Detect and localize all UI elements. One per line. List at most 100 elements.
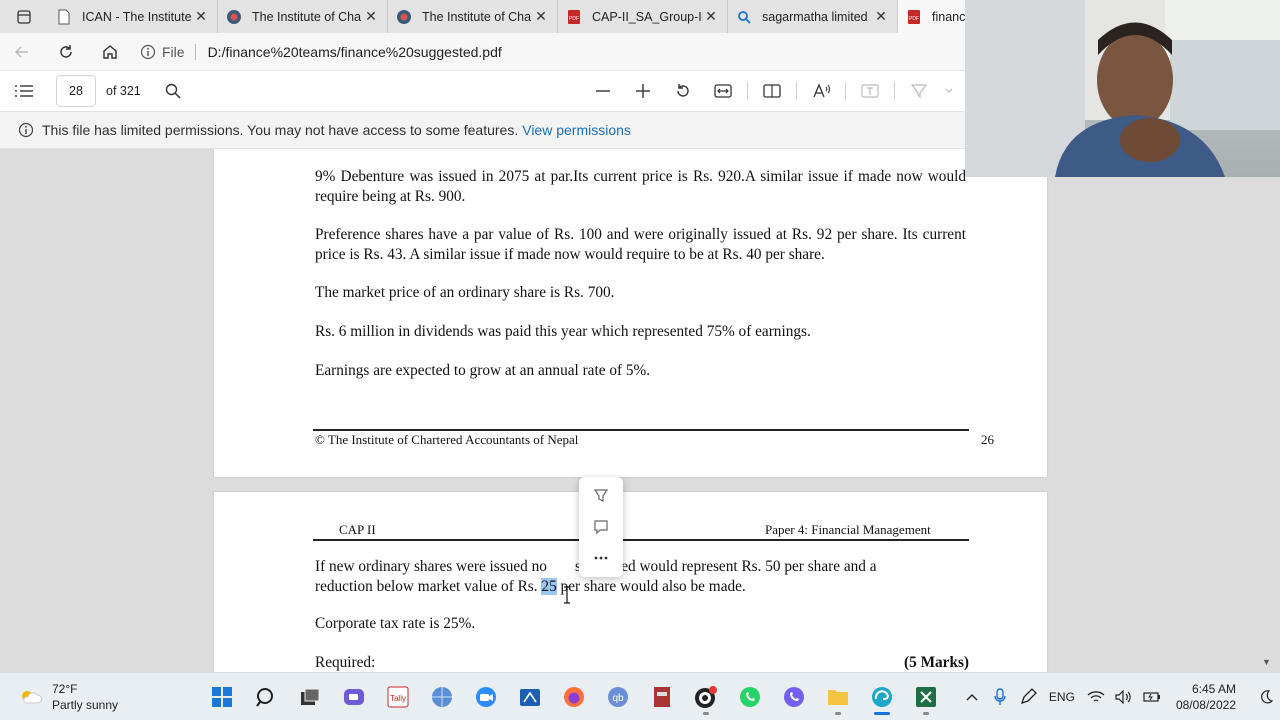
read-aloud-button[interactable] (801, 71, 841, 111)
tab-ican[interactable]: ICAN - The Institute ✕ (48, 0, 218, 33)
zoom-in-button[interactable] (623, 71, 663, 111)
svg-text:PDF: PDF (909, 16, 919, 22)
file-explorer-app[interactable] (816, 677, 860, 717)
draw-options-button[interactable] (939, 71, 959, 111)
edge-app[interactable] (860, 677, 904, 717)
pdf-page-27: CAP II Paper 4: Financial Management If … (214, 492, 1047, 672)
tab-actions-button[interactable] (0, 0, 48, 33)
tab-sagarmatha[interactable]: sagarmatha limited ✕ (728, 0, 898, 33)
firefox-app[interactable] (552, 677, 596, 717)
draw-button[interactable] (899, 71, 939, 111)
battery-button[interactable] (1138, 677, 1166, 717)
microphone-button[interactable] (986, 677, 1014, 717)
contents-button[interactable] (4, 71, 44, 111)
start-button[interactable] (200, 677, 244, 717)
draw-pen-icon (910, 84, 927, 99)
zoom-app[interactable] (464, 677, 508, 717)
globe-app[interactable] (420, 677, 464, 717)
view-permissions-link[interactable]: View permissions (522, 122, 631, 138)
scroll-down-arrow-icon[interactable]: ▼ (1262, 657, 1274, 669)
clock[interactable]: 6:45 AM 08/08/2022 (1176, 681, 1236, 713)
whatsapp-app[interactable] (728, 677, 772, 717)
page-number-input[interactable]: 28 (56, 75, 96, 107)
close-icon[interactable]: ✕ (193, 8, 209, 25)
add-text-button[interactable] (850, 71, 890, 111)
toolbar-divider (795, 82, 797, 100)
url-text: D:/finance%20teams/finance%20suggested.p… (207, 43, 502, 60)
search-button[interactable] (244, 677, 288, 717)
clock-time: 6:45 AM (1191, 681, 1236, 696)
windows-logo-icon (212, 686, 232, 707)
permissions-message: This file has limited permissions. You m… (42, 122, 519, 138)
battery-charging-icon (1143, 691, 1160, 702)
toolbar-divider (893, 82, 895, 100)
archive-app[interactable] (640, 677, 684, 717)
svg-text:qb: qb (612, 693, 624, 704)
folder-icon (828, 689, 848, 705)
weather-description: Partly sunny (52, 697, 119, 712)
weather-widget[interactable]: 72°F Partly sunny (0, 681, 200, 713)
highlighter-icon (593, 489, 609, 503)
pen-button[interactable] (1014, 677, 1042, 717)
page-number: 26 (981, 432, 994, 447)
add-comment-button[interactable] (586, 514, 616, 540)
wifi-icon (1087, 690, 1105, 702)
rotate-button[interactable] (663, 71, 703, 111)
microphone-icon (994, 687, 1006, 705)
language-indicator[interactable]: ENG (1042, 677, 1082, 717)
home-button[interactable] (88, 33, 132, 71)
url-field[interactable]: File D:/finance%20teams/finance%20sugges… (140, 38, 502, 66)
back-button[interactable] (0, 33, 44, 71)
pdf-icon: PDF (566, 9, 582, 25)
pen-icon (1020, 687, 1037, 704)
close-icon[interactable]: ✕ (533, 8, 549, 25)
tab-title: sagarmatha limited (762, 9, 868, 24)
tally-app[interactable]: Tally (376, 677, 420, 717)
search-icon (736, 9, 752, 25)
pdf-viewer[interactable]: 9% Debenture was issued in 2075 at par.I… (0, 149, 1280, 672)
close-icon[interactable]: ✕ (363, 8, 379, 25)
close-icon[interactable]: ✕ (873, 8, 889, 25)
tab-institute-1[interactable]: The Institute of Cha ✕ (218, 0, 388, 33)
plus-icon (635, 84, 650, 98)
close-icon[interactable]: ✕ (703, 8, 719, 25)
task-view-button[interactable] (288, 677, 332, 717)
volume-button[interactable] (1110, 677, 1138, 717)
show-hidden-icons-button[interactable] (958, 677, 986, 717)
paragraph-preference-shares: Preference shares have a par value of Rs… (315, 226, 966, 263)
selected-text[interactable]: 25 (541, 577, 557, 595)
zoom-video-icon (476, 686, 496, 707)
zoom-out-button[interactable] (583, 71, 623, 111)
rotate-icon (677, 84, 689, 97)
fit-width-button[interactable] (703, 71, 743, 111)
pdf-icon: PDF (906, 9, 922, 25)
focus-assist-button[interactable] (1252, 677, 1280, 717)
viber-app[interactable] (772, 677, 816, 717)
refresh-button[interactable] (44, 33, 88, 71)
active-indicator (874, 711, 890, 715)
marks-label: (5 Marks) (904, 654, 969, 671)
find-button[interactable] (153, 71, 193, 111)
teams-chat-icon (344, 688, 364, 705)
paragraph-tax-rate: Corporate tax rate is 25%. (315, 615, 476, 632)
tab-cap-ii[interactable]: PDF CAP-II_SA_Group-II ✕ (558, 0, 728, 33)
ellipsis-icon (594, 556, 608, 560)
obs-app[interactable] (684, 677, 728, 717)
more-options-button[interactable] (586, 545, 616, 571)
webcam-video-overlay (965, 0, 1280, 177)
task-view-icon (301, 688, 320, 705)
ican-logo-icon (226, 9, 242, 25)
excel-app[interactable] (904, 677, 948, 717)
highlight-selection-button[interactable] (586, 483, 616, 509)
paragraph-new-shares: If new ordinary shares were issued no s i… (315, 557, 966, 596)
quickbooks-app[interactable]: qb (596, 677, 640, 717)
edge-browser-icon (872, 686, 892, 707)
tab-actions-icon (17, 9, 31, 24)
tab-institute-2[interactable]: The Institute of Cha ✕ (388, 0, 558, 33)
excel-icon (916, 686, 936, 707)
page-header-right: Paper 4: Financial Management (765, 522, 931, 537)
snipping-tool-app[interactable] (508, 677, 552, 717)
page-view-button[interactable] (752, 71, 792, 111)
teams-chat-button[interactable] (332, 677, 376, 717)
wifi-button[interactable] (1082, 677, 1110, 717)
